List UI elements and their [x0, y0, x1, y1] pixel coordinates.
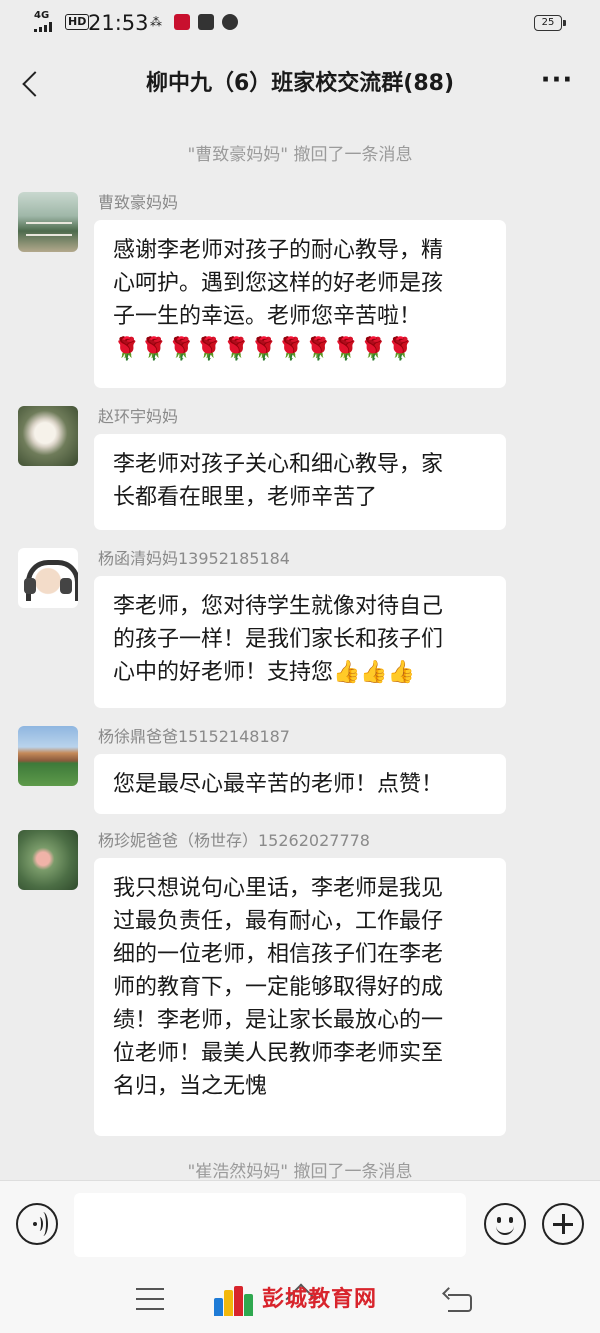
- network-type: 4G: [34, 10, 50, 21]
- message-line: 心呵护。遇到您这样的好老师是孩: [113, 271, 444, 296]
- message-line: 心中的好老师！支持您👍👍👍: [113, 660, 416, 685]
- message-line: 细的一位老师，相信孩子们在李老: [113, 942, 444, 967]
- notification-icon: ⁂: [150, 15, 162, 29]
- avatar[interactable]: [18, 726, 78, 786]
- message-line: 过最负责任，最有耐心，工作最仔: [113, 909, 444, 934]
- watermark-text: 彭城教育网: [262, 1287, 378, 1312]
- message-line: 子一生的幸运。老师您辛苦啦！: [113, 304, 422, 329]
- signal-icon: [34, 22, 52, 32]
- message-bubble[interactable]: 李老师，您对待学生就像对待自己 的孩子一样！是我们家长和孩子们 心中的好老师！支…: [94, 576, 506, 708]
- message-bubble[interactable]: 您是最尽心最辛苦的老师！点赞！: [94, 754, 506, 814]
- rose-emoji-line: 🌹🌹🌹🌹🌹🌹🌹🌹🌹🌹🌹: [113, 337, 415, 362]
- voice-input-icon[interactable]: [16, 1203, 58, 1245]
- message-bubble[interactable]: 我只想说句心里话，李老师是我见 过最负责任，最有耐心，工作最仔 细的一位老师，相…: [94, 858, 506, 1136]
- message-bubble[interactable]: 感谢李老师对孩子的耐心教导，精 心呵护。遇到您这样的好老师是孩 子一生的幸运。老…: [94, 220, 506, 388]
- avatar[interactable]: [18, 548, 78, 608]
- message-line: 我只想说句心里话，李老师是我见: [113, 876, 444, 901]
- back-key-icon[interactable]: [444, 1288, 474, 1312]
- plus-icon[interactable]: [542, 1203, 584, 1245]
- status-bar: 4G HD 21:53 ⁂ 25: [0, 0, 600, 46]
- avatar[interactable]: [18, 830, 78, 890]
- message-bubble[interactable]: 李老师对孩子关心和细心教导，家 长都看在眼里，老师辛苦了: [94, 434, 506, 530]
- watermark: 彭城教育网: [214, 1272, 394, 1328]
- hd-badge: HD: [65, 14, 90, 30]
- message-line: 李老师，您对待学生就像对待自己: [113, 594, 444, 619]
- clock: 21:53: [88, 11, 149, 35]
- message-line: 感谢李老师对孩子的耐心教导，精: [113, 238, 444, 263]
- compass-notification-icon: [222, 14, 238, 30]
- chat-header: 柳中九（6）班家校交流群(88) ···: [0, 52, 600, 116]
- emoji-icon[interactable]: [484, 1203, 526, 1245]
- message-line: 师的教育下，一定能够取得好的成: [113, 975, 444, 1000]
- message-notification-icon: [198, 14, 214, 30]
- message-line: 位老师！最美人民教师李老师实至: [113, 1041, 444, 1066]
- system-navigation-bar: 彭城教育网: [0, 1270, 600, 1333]
- sender-name: 杨徐鼎爸爸15152148187: [98, 727, 290, 746]
- recall-notice: "曹致豪妈妈" 撤回了一条消息: [187, 145, 413, 165]
- sender-name: 杨珍妮爸爸（杨世存）15262027778: [98, 831, 370, 850]
- chat-input-bar: [0, 1180, 600, 1270]
- more-options-icon[interactable]: ···: [540, 67, 574, 98]
- app-notification-icon: [174, 14, 190, 30]
- message-line: 名归，当之无愧: [113, 1074, 268, 1099]
- sender-name: 赵环宇妈妈: [98, 407, 179, 426]
- sender-name: 杨函清妈妈13952185184: [98, 549, 290, 568]
- message-input[interactable]: [74, 1193, 466, 1257]
- message-line: 长都看在眼里，老师辛苦了: [113, 485, 378, 510]
- avatar[interactable]: [18, 406, 78, 466]
- book-logo-icon: [214, 1286, 254, 1316]
- menu-key-icon[interactable]: [136, 1288, 164, 1310]
- chat-title: 柳中九（6）班家校交流群(88): [145, 71, 455, 96]
- message-line: 李老师对孩子关心和细心教导，家: [113, 452, 444, 477]
- battery-icon: 25: [534, 15, 566, 31]
- message-line: 绩！李老师，是让家长最放心的一: [113, 1008, 444, 1033]
- message-line: 您是最尽心最辛苦的老师！点赞！: [113, 772, 444, 797]
- message-line: 的孩子一样！是我们家长和孩子们: [113, 627, 444, 652]
- avatar[interactable]: [18, 192, 78, 252]
- sender-name: 曹致豪妈妈: [98, 193, 179, 212]
